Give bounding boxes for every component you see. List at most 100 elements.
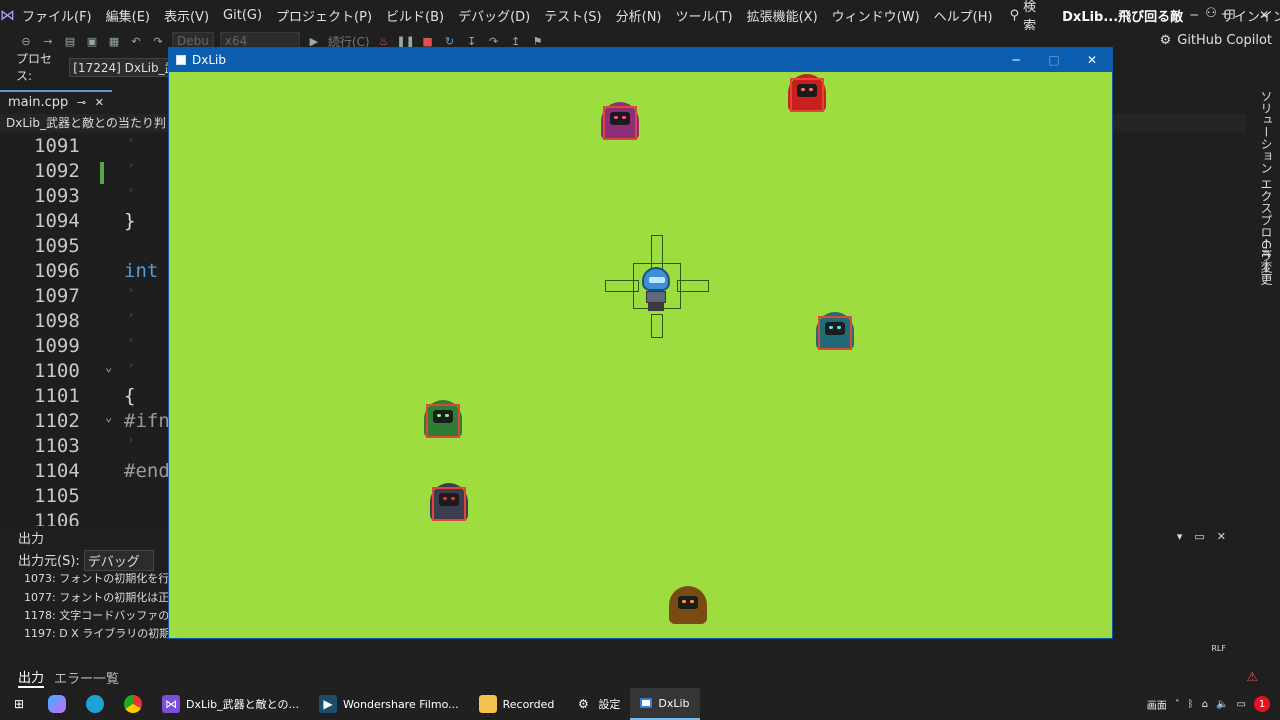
game-canvas[interactable] [169, 72, 1112, 638]
hot-reload-icon[interactable]: ♨ [376, 33, 392, 49]
tab-label: main.cpp [8, 94, 69, 110]
navigation-bar-right [1110, 114, 1246, 132]
continue-label[interactable]: 続行(C) [328, 33, 370, 50]
network-icon[interactable]: ⌂ [1202, 699, 1208, 710]
menu-test[interactable]: テスト(S) [537, 6, 608, 25]
system-tray: 画面 ˄ ᛒ ⌂ 🔈 ▭ 1 [1147, 688, 1270, 720]
enemy-hitbox [432, 487, 466, 521]
github-copilot-button[interactable]: ⚙ GitHub Copilot [1160, 33, 1272, 48]
player-character [640, 265, 672, 311]
taskbar-app[interactable]: Recorded [469, 688, 565, 720]
bluetooth-icon[interactable]: ᛒ [1188, 699, 1194, 710]
status-line-ending: RLF [1211, 644, 1226, 653]
taskbar-app[interactable]: ⋈ DxLib_武器と敵との... [152, 688, 309, 720]
menu-edit[interactable]: 編集(E) [99, 6, 157, 25]
menu-tools[interactable]: ツール(T) [669, 6, 740, 25]
taskbar-app[interactable]: ▶ Wondershare Filmo... [309, 688, 469, 720]
taskbar-app-label: Recorded [502, 697, 555, 711]
enemy-green [422, 394, 464, 440]
enemy-teal [814, 306, 856, 352]
status-strip [0, 654, 1280, 666]
weapon-hitbox-down [651, 314, 663, 338]
start-button[interactable]: ⊞ [0, 688, 38, 720]
editor-tab-main-cpp[interactable]: main.cpp ⊸ ✕ [0, 90, 112, 112]
tab-error-list[interactable]: エラー一覧 [54, 668, 119, 687]
dx-minimize-icon[interactable]: ─ [997, 48, 1035, 72]
output-source-select[interactable]: デバッグ [83, 550, 154, 571]
menu-window[interactable]: ウィンドウ(W) [825, 6, 927, 25]
battery-icon[interactable]: ▭ [1237, 699, 1246, 710]
continue-icon[interactable]: ▶ [306, 33, 322, 49]
menu-extensions[interactable]: 拡張機能(X) [740, 6, 825, 25]
weapon-hitbox-right [677, 280, 709, 292]
pin-icon[interactable]: ⊸ [77, 96, 86, 109]
taskbar-app[interactable]: DxLib [630, 688, 700, 720]
back-icon[interactable]: ⊖ [18, 33, 34, 49]
taskbar-app[interactable] [38, 688, 76, 720]
undo-icon[interactable]: ↶ [128, 33, 144, 49]
window-title: DxLib [192, 53, 226, 67]
taskbar-app-label: Wondershare Filmo... [343, 697, 459, 711]
bookmark-icon[interactable]: ⚑ [530, 33, 546, 49]
code-line: 1096 int [34, 260, 159, 282]
visual-studio-logo-icon[interactable]: ⋈ [0, 0, 15, 30]
code-line: 1104 #end [34, 460, 170, 482]
menu-git[interactable]: Git(G) [216, 8, 269, 23]
volume-icon[interactable]: 🔈 [1216, 699, 1228, 710]
enemy-hitbox [790, 78, 824, 112]
menu-help[interactable]: ヘルプ(H) [927, 6, 1000, 25]
maximize-icon[interactable]: ❐ [1212, 0, 1248, 30]
code-line: 1103 › [34, 435, 135, 457]
chevron-up-icon[interactable]: ˄ [1175, 699, 1180, 710]
panel-menu-icon[interactable]: ▾ [1177, 530, 1183, 543]
dx-close-icon[interactable]: ✕ [1073, 48, 1111, 72]
visual-studio-icon: ⋈ [162, 695, 180, 713]
fold-chevron-icon[interactable]: ⌄ [105, 360, 112, 374]
save-all-icon[interactable]: ▦ [106, 33, 122, 49]
menu-build[interactable]: ビルド(B) [379, 6, 451, 25]
code-editor[interactable]: 1091 › 1092 › 1093 › 1094} 1095 1096 int 109… [0, 134, 170, 526]
save-icon[interactable]: ▣ [84, 33, 100, 49]
code-line: 1106 [34, 510, 80, 526]
git-changes-tab[interactable]: Git 変更 [1258, 240, 1275, 285]
restart-icon[interactable]: ↻ [442, 33, 458, 49]
menu-project[interactable]: プロジェクト(P) [269, 6, 379, 25]
notification-bell-icon[interactable]: ⚠ [1246, 670, 1258, 685]
taskbar-app[interactable] [114, 688, 152, 720]
enemy-hitbox [671, 590, 705, 624]
fold-chevron-icon[interactable]: ⌄ [105, 410, 112, 424]
nav-path: DxLib_武器と敵との当たり判 [6, 116, 166, 130]
redo-icon[interactable]: ↷ [150, 33, 166, 49]
code-line: 1102 ⌄ #ifn [34, 410, 170, 432]
taskbar-app[interactable]: ⚙ 設定 [564, 688, 630, 720]
stop-icon[interactable]: ■ [420, 33, 436, 49]
step-into-icon[interactable]: ↧ [464, 33, 480, 49]
search-icon: ⚲ [1009, 7, 1020, 23]
dx-maximize-icon[interactable]: □ [1035, 48, 1073, 72]
process-bar: プロセス: [17224] DxLib_武 [0, 52, 170, 83]
open-folder-icon[interactable]: ▤ [62, 33, 78, 49]
process-select[interactable]: [17224] DxLib_武 [69, 57, 170, 77]
step-over-icon[interactable]: ↷ [486, 33, 502, 49]
menu-view[interactable]: 表示(V) [157, 6, 216, 25]
change-marker [100, 162, 104, 184]
tab-output[interactable]: 出力 [18, 667, 45, 688]
code-line: 1100 ⌄ › [34, 360, 135, 382]
navigation-bar[interactable]: DxLib_武器と敵との当たり判 [0, 114, 170, 132]
menu-file[interactable]: ファイル(F) [15, 6, 99, 25]
forward-icon[interactable]: → [40, 33, 56, 49]
search-box[interactable]: ⚲ 検索 [1010, 0, 1037, 34]
menu-analyze[interactable]: 分析(N) [609, 6, 669, 25]
panel-maximize-icon[interactable]: ▭ [1194, 530, 1204, 543]
dxlib-titlebar[interactable]: DxLib ─ □ ✕ [169, 48, 1112, 72]
pause-icon[interactable]: ❚❚ [396, 33, 414, 49]
tab-close-icon[interactable]: ✕ [95, 96, 104, 109]
output-source-label: 出力元(S): [18, 554, 80, 569]
panel-close-icon[interactable]: ✕ [1217, 530, 1226, 543]
minimize-icon[interactable]: ─ [1176, 0, 1212, 30]
step-out-icon[interactable]: ↥ [508, 33, 524, 49]
taskbar-app[interactable] [76, 688, 114, 720]
menu-debug[interactable]: デバッグ(D) [451, 6, 537, 25]
close-icon[interactable]: ✕ [1246, 0, 1280, 30]
notification-badge[interactable]: 1 [1254, 696, 1270, 712]
